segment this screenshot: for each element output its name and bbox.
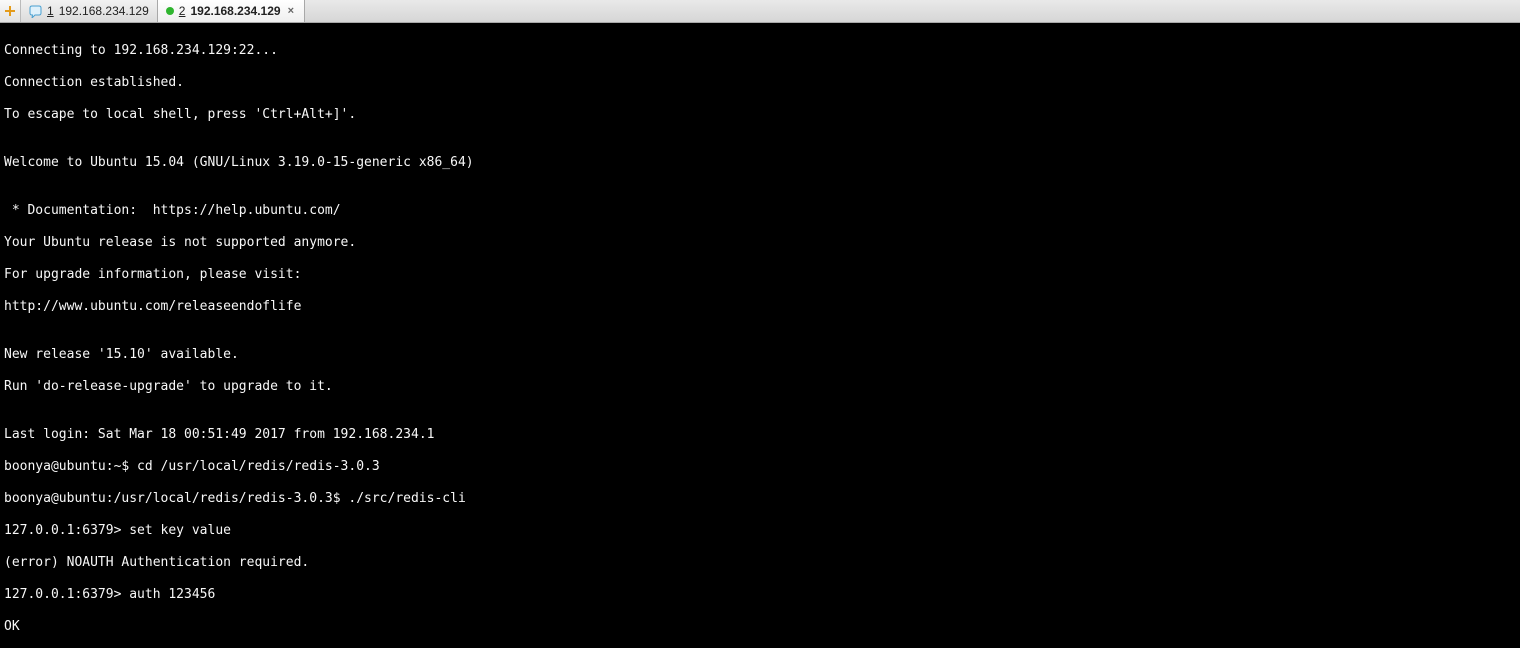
tab-title: 192.168.234.129 [190,4,280,18]
terminal-line: New release '15.10' available. [4,347,1516,363]
status-dot-icon [166,7,174,15]
terminal-line: (error) NOAUTH Authentication required. [4,555,1516,571]
tab-1[interactable]: 1 192.168.234.129 [21,0,158,22]
terminal-line: boonya@ubuntu:~$ cd /usr/local/redis/red… [4,459,1516,475]
terminal-line: Last login: Sat Mar 18 00:51:49 2017 fro… [4,427,1516,443]
terminal-line: Run 'do-release-upgrade' to upgrade to i… [4,379,1516,395]
new-tab-button[interactable] [0,0,21,22]
plus-icon [4,5,16,17]
terminal-line: http://www.ubuntu.com/releaseendoflife [4,299,1516,315]
tab-number: 2 [179,4,186,18]
terminal-line: 127.0.0.1:6379> auth 123456 [4,587,1516,603]
tab-title: 192.168.234.129 [59,4,149,18]
terminal-icon [29,5,42,18]
terminal-line: To escape to local shell, press 'Ctrl+Al… [4,107,1516,123]
tab-close-button[interactable]: × [286,5,296,17]
terminal-pane[interactable]: Connecting to 192.168.234.129:22... Conn… [0,23,1520,648]
terminal-line: boonya@ubuntu:/usr/local/redis/redis-3.0… [4,491,1516,507]
terminal-line: OK [4,619,1516,635]
terminal-line: 127.0.0.1:6379> set key value [4,523,1516,539]
terminal-line: Your Ubuntu release is not supported any… [4,235,1516,251]
tab-number: 1 [47,4,54,18]
terminal-line: Welcome to Ubuntu 15.04 (GNU/Linux 3.19.… [4,155,1516,171]
terminal-line: * Documentation: https://help.ubuntu.com… [4,203,1516,219]
tab-2-active[interactable]: 2 192.168.234.129 × [158,0,305,22]
terminal-line: Connection established. [4,75,1516,91]
terminal-line: For upgrade information, please visit: [4,267,1516,283]
terminal-line: Connecting to 192.168.234.129:22... [4,43,1516,59]
tab-bar: 1 192.168.234.129 2 192.168.234.129 × [0,0,1520,23]
